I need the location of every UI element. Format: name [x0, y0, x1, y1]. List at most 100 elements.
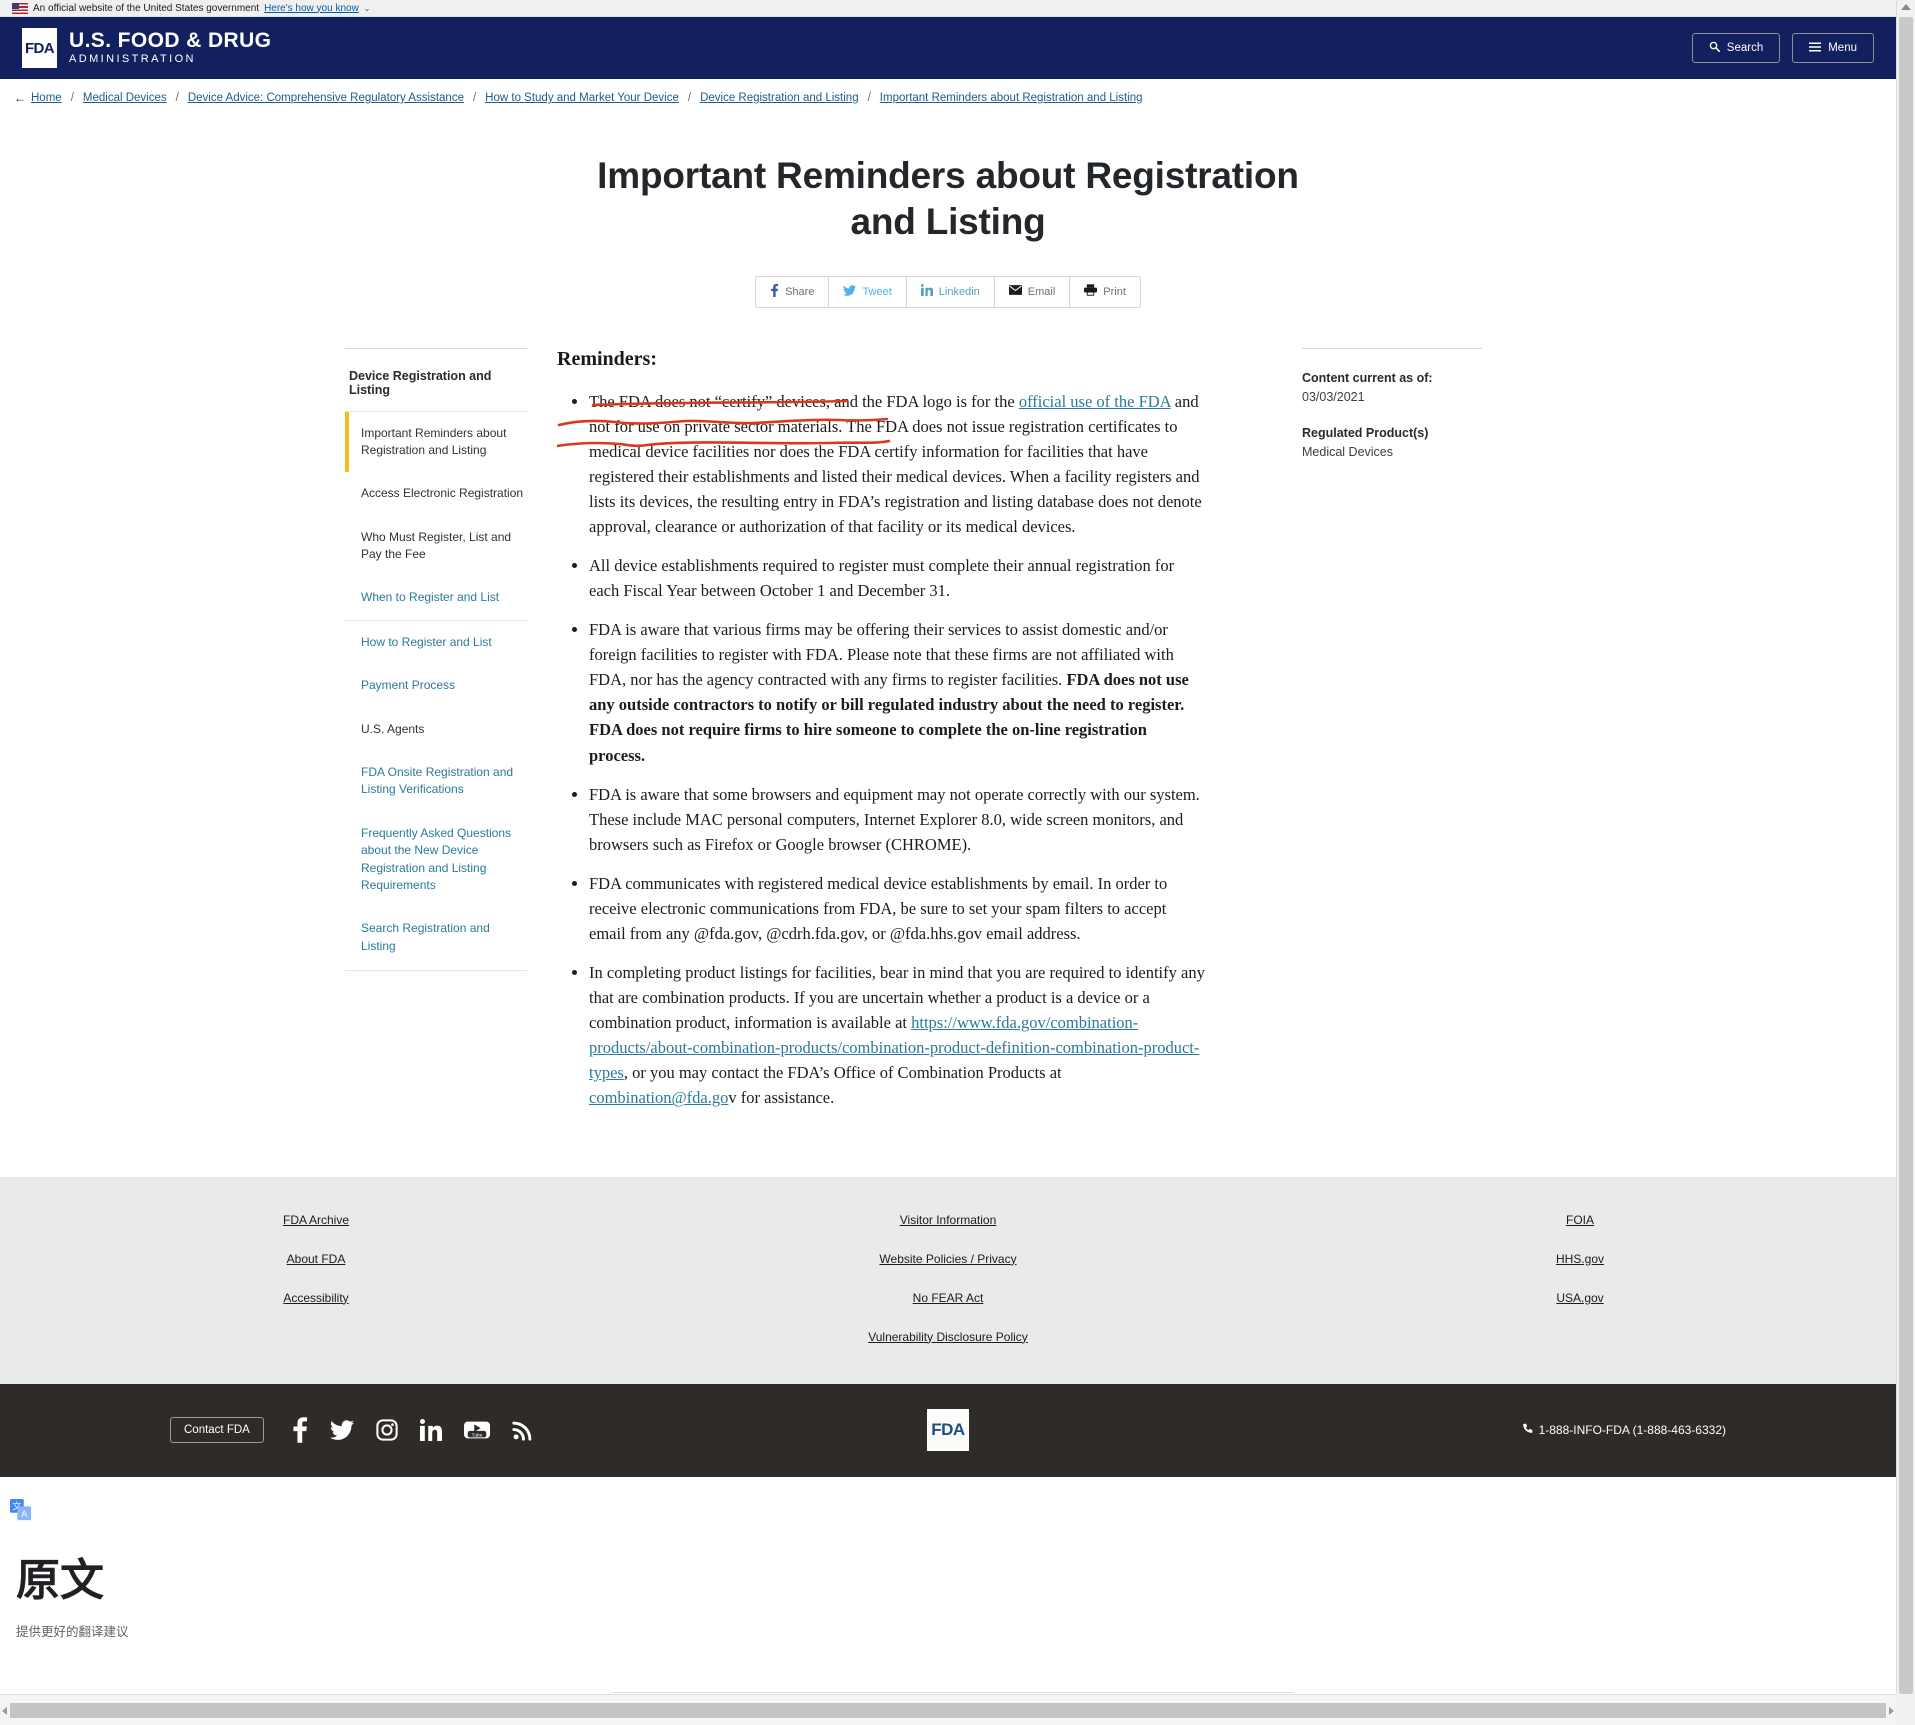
- menu-button[interactable]: Menu: [1792, 33, 1874, 63]
- sidebar-item-label: Search Registration and Listing: [361, 921, 490, 953]
- youtube-icon[interactable]: Tube: [463, 1419, 490, 1441]
- section-nav: Device Registration and Listing Importan…: [345, 347, 527, 1125]
- scroll-right-arrow-icon[interactable]: [1889, 1707, 1894, 1715]
- sidebar-item-who-must-register[interactable]: Who Must Register, List and Pay the Fee: [345, 516, 527, 577]
- footer-link-vulnerability-disclosure[interactable]: Vulnerability Disclosure Policy: [868, 1330, 1028, 1344]
- reminders-heading: Reminders:: [557, 347, 657, 370]
- translate-panel-divider: [613, 1691, 1293, 1693]
- reminder-5-text: FDA communicates with registered medical…: [589, 873, 1168, 943]
- reminder-item-2: All device establishments required to re…: [589, 553, 1207, 603]
- footer-phone: 1-888-INFO-FDA (1-888-463-6332): [1522, 1423, 1726, 1437]
- instagram-icon[interactable]: [376, 1419, 398, 1441]
- footer-link-website-policies[interactable]: Website Policies / Privacy: [879, 1252, 1016, 1266]
- share-print-button[interactable]: Print: [1070, 276, 1140, 307]
- share-facebook-button[interactable]: Share: [756, 276, 830, 307]
- combination-email-link[interactable]: combination@fda.go: [589, 1088, 728, 1107]
- sidebar-item-when-to-register[interactable]: When to Register and List: [345, 576, 527, 619]
- breadcrumb-item-current[interactable]: Important Reminders about Registration a…: [880, 92, 1143, 104]
- sidebar-item-label: Access Electronic Registration: [361, 486, 524, 501]
- sidebar-item-access-electronic-registration[interactable]: Access Electronic Registration: [345, 472, 527, 515]
- facebook-icon: [770, 283, 779, 300]
- sidebar-item-search-registration[interactable]: Search Registration and Listing: [345, 907, 527, 968]
- footer-column-1: FDA Archive About FDA Accessibility: [0, 1213, 632, 1344]
- scroll-up-arrow-icon[interactable]: [1901, 4, 1911, 10]
- linkedin-icon[interactable]: [419, 1419, 442, 1442]
- breadcrumb-item-how-to-study[interactable]: How to Study and Market Your Device: [485, 92, 679, 104]
- official-use-link[interactable]: official use of the FDA: [1019, 392, 1171, 411]
- footer-links: FDA Archive About FDA Accessibility Visi…: [0, 1176, 1896, 1384]
- section-nav-heading: Device Registration and Listing: [345, 347, 527, 411]
- sidebar-item-faq[interactable]: Frequently Asked Questions about the New…: [345, 812, 527, 908]
- content-area: Device Registration and Listing Importan…: [0, 308, 1896, 1125]
- search-icon: [1709, 41, 1720, 55]
- scrollbar-corner: [1896, 1694, 1915, 1725]
- sidebar-item-label: Important Reminders about Registration a…: [361, 425, 507, 457]
- breadcrumb-separator: /: [687, 92, 692, 104]
- facebook-icon[interactable]: [292, 1417, 308, 1443]
- back-arrow-icon: ←: [14, 91, 26, 105]
- footer-column-3: FOIA HHS.gov USA.gov: [1264, 1213, 1896, 1344]
- horizontal-scrollbar[interactable]: [0, 1694, 1896, 1725]
- reminder-6-text-part3: v for assistance.: [728, 1088, 835, 1108]
- footer-link-usa[interactable]: USA.gov: [1556, 1291, 1603, 1305]
- fda-logo[interactable]: FDA U.S. FOOD & DRUG ADMINISTRATION: [22, 28, 271, 68]
- share-linkedin-button[interactable]: Linkedin: [906, 276, 995, 307]
- footer-column-2: Visitor Information Website Policies / P…: [632, 1213, 1264, 1344]
- footer-link-visitor-information[interactable]: Visitor Information: [900, 1213, 997, 1227]
- vertical-scrollbar-thumb[interactable]: [1899, 17, 1913, 1694]
- reminder-item-1: The FDA does not “certify” devices, and …: [589, 389, 1207, 539]
- sidebar-item-payment-process[interactable]: Payment Process: [345, 664, 527, 707]
- sidebar-item-important-reminders[interactable]: Important Reminders about Registration a…: [345, 411, 527, 473]
- footer-link-no-fear-act[interactable]: No FEAR Act: [913, 1291, 984, 1305]
- footer-link-accessibility[interactable]: Accessibility: [283, 1291, 348, 1305]
- share-twitter-button[interactable]: Tweet: [829, 276, 907, 307]
- breadcrumb-item-medical-devices[interactable]: Medical Devices: [83, 92, 167, 104]
- sidebar-item-us-agents[interactable]: U.S. Agents: [345, 708, 527, 751]
- sidebar-item-label: Payment Process: [361, 678, 456, 693]
- reminder-item-3: FDA is aware that various firms may be o…: [589, 617, 1207, 767]
- search-button[interactable]: Search: [1691, 33, 1781, 63]
- breadcrumb-item-home[interactable]: Home: [31, 92, 62, 104]
- share-twitter-label: Tweet: [862, 285, 892, 298]
- gov-banner: An official website of the United States…: [0, 0, 1896, 17]
- share-email-label: Email: [1027, 285, 1056, 298]
- footer-link-hhs[interactable]: HHS.gov: [1556, 1252, 1604, 1266]
- footer-fda-logo: FDA: [927, 1409, 969, 1452]
- scroll-left-arrow-icon[interactable]: [2, 1707, 7, 1715]
- browser-viewport: An official website of the United States…: [0, 0, 1896, 1694]
- svg-text:Tube: Tube: [471, 1433, 482, 1439]
- google-translate-icon[interactable]: 文 A: [10, 1498, 32, 1521]
- envelope-icon: [1008, 285, 1022, 298]
- regulated-product-label: Regulated Product(s): [1302, 425, 1429, 440]
- breadcrumb-item-device-registration[interactable]: Device Registration and Listing: [700, 92, 859, 104]
- rss-icon[interactable]: [512, 1419, 534, 1441]
- twitter-icon[interactable]: [329, 1420, 354, 1440]
- page-meta: Content current as of: 03/03/2021 Regula…: [1302, 347, 1482, 1125]
- footer-link-about-fda[interactable]: About FDA: [287, 1252, 346, 1266]
- breadcrumb-separator: /: [70, 92, 74, 104]
- breadcrumb-item-device-advice[interactable]: Device Advice: Comprehensive Regulatory …: [188, 92, 464, 104]
- reminder-1-text-part1: The FDA does not “certify” devices, and …: [589, 391, 1019, 411]
- reminder-item-4: FDA is aware that some browsers and equi…: [589, 782, 1207, 857]
- contact-fda-button[interactable]: Contact FDA: [170, 1417, 264, 1444]
- reminder-2-text: All device establishments required to re…: [589, 555, 1175, 601]
- sidebar-item-how-to-register[interactable]: How to Register and List: [345, 619, 527, 664]
- sidebar-item-label: Who Must Register, List and Pay the Fee: [361, 529, 512, 562]
- horizontal-scrollbar-thumb[interactable]: [10, 1703, 1886, 1718]
- translate-suggest-link[interactable]: 提供更好的翻译建议: [16, 1621, 1896, 1640]
- share-email-button[interactable]: Email: [994, 276, 1071, 307]
- article-body: Reminders: The FDA does not “certify” de…: [557, 348, 1207, 1125]
- footer-link-fda-archive[interactable]: FDA Archive: [283, 1213, 349, 1227]
- section-nav-end-divider: [345, 970, 527, 972]
- fda-logo-mark: FDA: [22, 28, 57, 68]
- sidebar-item-label: How to Register and List: [361, 634, 492, 649]
- how-you-know-link[interactable]: Here's how you know: [264, 3, 359, 14]
- sidebar-item-onsite-verifications[interactable]: FDA Onsite Registration and Listing Veri…: [345, 751, 527, 812]
- site-header: FDA U.S. FOOD & DRUG ADMINISTRATION Sear…: [0, 17, 1896, 79]
- vertical-scrollbar[interactable]: [1896, 0, 1915, 1694]
- chevron-down-icon[interactable]: ⌄: [364, 4, 371, 13]
- us-flag-icon: [12, 2, 28, 14]
- footer-link-foia[interactable]: FOIA: [1566, 1213, 1594, 1227]
- sidebar-item-label: U.S. Agents: [361, 721, 425, 736]
- share-linkedin-label: Linkedin: [938, 285, 980, 298]
